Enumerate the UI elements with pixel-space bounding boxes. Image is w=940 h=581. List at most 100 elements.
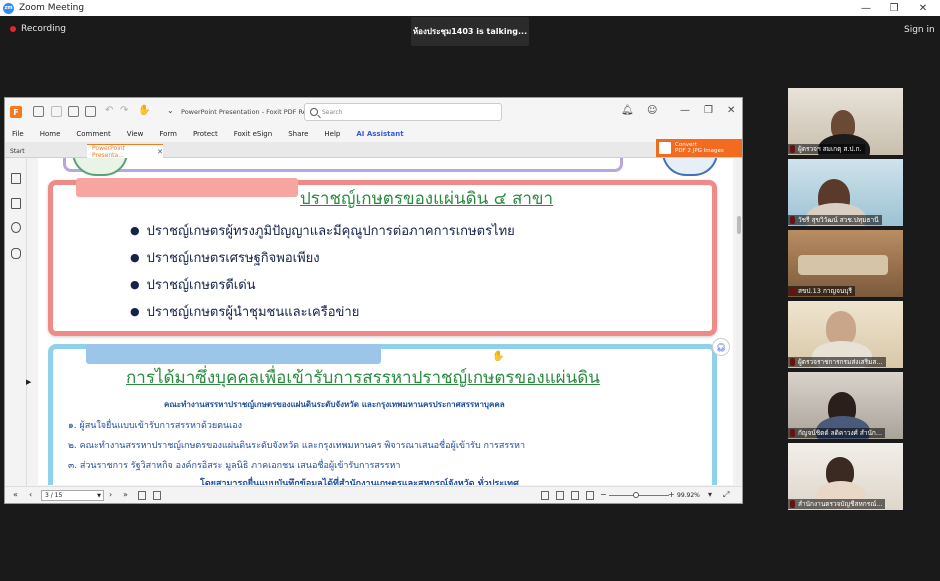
talking-indicator: ห้องประชุม1403 is talking... [411, 17, 529, 46]
vertical-scrollbar[interactable] [736, 158, 742, 485]
continuous-view-icon[interactable] [138, 491, 146, 500]
menu-form[interactable]: Form [159, 130, 177, 138]
tab-close-icon[interactable]: ✕ [157, 148, 163, 156]
zoom-slider-knob[interactable] [633, 492, 639, 498]
shared-screen-foxit-window: F ↶ ↷ ✋ ⌄ PowerPoint Presentation - Foxi… [4, 97, 743, 504]
zoom-value[interactable]: 99.92% [677, 490, 705, 501]
tab-start[interactable]: Start [5, 144, 85, 158]
close-button[interactable]: ✕ [908, 0, 938, 16]
foxit-toolbar: F ↶ ↷ ✋ ⌄ PowerPoint Presentation - Foxi… [5, 98, 742, 126]
foxit-menu-bar: File Home Comment View Form Protect Foxi… [5, 126, 742, 142]
restore-button[interactable]: ❐ [879, 0, 909, 16]
attachment-icon[interactable] [11, 248, 21, 259]
next-page-icon[interactable]: › [109, 490, 112, 499]
menu-share[interactable]: Share [288, 130, 308, 138]
page-number-value: 3 / 15 [45, 492, 63, 499]
participant-name: สขป.13 กาญจนบุรี [788, 286, 855, 296]
foxit-left-sidebar: ▶ [5, 158, 31, 486]
participant-video [798, 255, 888, 275]
signin-link[interactable]: Sign in [904, 25, 935, 35]
menu-home[interactable]: Home [40, 130, 61, 138]
grid-view-icon[interactable] [586, 491, 594, 500]
participant-tile[interactable]: สำนักงานตรวจบัญชีสหกรณ์... [788, 443, 903, 510]
menu-ai-assistant[interactable]: AI Assistant [356, 130, 403, 138]
participant-video [826, 311, 856, 345]
foxit-document-tabs: Start PowerPoint Presenta... ✕ [5, 142, 742, 159]
section2-tab-decoration [86, 344, 381, 364]
bullet-text: ปราชญ์เกษตรผู้ทรงภูมิปัญญาและมีคุณูปการต… [146, 224, 515, 239]
minimize-button[interactable]: — [851, 0, 881, 16]
section2-item: ๑. ผู้สนใจยื่นแบบเข้ารับการสรรหาด้วยตนเอ… [68, 421, 243, 431]
participant-tile[interactable]: ผู้ตรวจฯ สมเกตุ ส.ป.ก. [788, 88, 903, 155]
zoom-dropdown-icon[interactable]: ▾ [708, 490, 712, 499]
foxit-restore-icon[interactable]: ❐ [704, 106, 713, 116]
menu-protect[interactable]: Protect [193, 130, 218, 138]
undo-icon[interactable]: ↶ [105, 106, 113, 116]
recording-indicator[interactable]: Recording [10, 24, 66, 34]
zoom-in-icon[interactable]: + [668, 490, 675, 499]
participant-name: กัญจน์ชิตต์ ลดิคาวงศ์ สำนัก... [788, 428, 886, 438]
print-icon[interactable] [68, 106, 79, 117]
fullscreen-icon[interactable]: ⤢ [723, 490, 729, 500]
menu-foxit-esign[interactable]: Foxit eSign [234, 130, 272, 138]
fit-page-icon[interactable] [541, 491, 549, 500]
participant-tile[interactable]: ผู้ตรวจราชการกรมส่งเสริมส... [788, 301, 903, 368]
expand-panel-icon[interactable]: ▶ [26, 378, 31, 386]
convert-pdf-button[interactable]: Convert PDF 2 JPG Images [656, 139, 742, 157]
menu-comment[interactable]: Comment [76, 130, 110, 138]
single-page-view-icon[interactable] [153, 491, 161, 500]
last-page-icon[interactable]: » [123, 490, 128, 499]
menu-file[interactable]: File [12, 130, 24, 138]
page-number-field[interactable]: 3 / 15 ▼ [41, 490, 104, 501]
section1-tab-decoration [76, 178, 298, 197]
participant-name: ผู้ตรวจฯ สมเกตุ ส.ป.ก. [788, 144, 865, 154]
foxit-search-input[interactable]: Search [304, 103, 502, 121]
section1-bullet: ● ปราชญ์เกษตรผู้นำชุมชนและเครือข่าย [130, 301, 359, 322]
tab-powerpoint-presentation[interactable]: PowerPoint Presenta... ✕ [87, 144, 163, 159]
search-placeholder: Search [322, 108, 343, 116]
window-title: Zoom Meeting [19, 3, 85, 13]
bookmark-icon[interactable] [11, 173, 21, 184]
open-folder-icon[interactable] [33, 106, 44, 117]
zoom-logo-icon: zm [3, 2, 14, 14]
fit-width-icon[interactable] [556, 491, 564, 500]
bell-icon[interactable]: 🔔︎ [621, 106, 634, 116]
convert-line2: PDF 2 JPG Images [675, 148, 724, 154]
zoom-slider[interactable] [609, 495, 669, 496]
scrollbar-thumb[interactable] [737, 216, 741, 234]
search-icon [310, 108, 318, 116]
zoom-out-icon[interactable]: − [600, 490, 607, 499]
previous-page-icon[interactable]: ‹ [29, 490, 32, 499]
section2-cutoff-line: โดยสามารถยื่นแบบบันทึกข้อมูลได้ที่สำนักง… [200, 479, 519, 485]
menu-view[interactable]: View [127, 130, 144, 138]
section1-bullet: ● ปราชญ์เกษตรดีเด่น [130, 274, 256, 295]
participant-tile[interactable]: วัชรี สุขวิวัฒน์ สวช.ปทุมธานี [788, 159, 903, 226]
section2-item: ๓. ส่วนราชการ รัฐวิสาหกิจ องค์กรอิสระ มู… [68, 461, 401, 471]
two-page-icon[interactable] [571, 491, 579, 500]
save-icon[interactable] [51, 106, 62, 117]
hand-tool-icon[interactable]: ✋ [138, 106, 150, 116]
chevron-down-icon[interactable]: ⌄ [167, 106, 174, 116]
document-icon[interactable] [85, 106, 96, 117]
right-seal-icon [662, 158, 718, 176]
page-dropdown-icon[interactable]: ▼ [97, 491, 101, 501]
pages-icon[interactable] [11, 198, 21, 209]
bullet-text: ปราชญ์เกษตรผู้นำชุมชนและเครือข่าย [146, 305, 360, 320]
foxit-minimize-icon[interactable]: — [680, 106, 690, 116]
read-aloud-icon[interactable]: 🎧︎ [712, 338, 730, 356]
participant-tile[interactable]: สขป.13 กาญจนบุรี [788, 230, 903, 297]
zoom-title-bar: zm Zoom Meeting — ❐ ✕ [0, 0, 940, 16]
first-page-icon[interactable]: « [13, 490, 18, 499]
menu-help[interactable]: Help [324, 130, 340, 138]
section2-item: ๒. คณะทำงานสรรหาปราชญ์เกษตรของแผ่นดินระด… [68, 441, 526, 451]
comments-icon[interactable] [11, 222, 21, 233]
participant-name: สำนักงานตรวจบัญชีสหกรณ์... [788, 499, 886, 509]
left-seal-icon [72, 158, 128, 176]
account-icon[interactable]: ☺ [647, 106, 657, 116]
recording-label: Recording [21, 24, 67, 34]
redo-icon[interactable]: ↷ [120, 106, 128, 116]
foxit-close-icon[interactable]: ✕ [727, 106, 735, 116]
participant-tile[interactable]: กัญจน์ชิตต์ ลดิคาวงศ์ สำนัก... [788, 372, 903, 439]
tab-start-label: Start [10, 147, 25, 155]
section2-subheading: คณะทำงานสรรหาปราชญ์เกษตรของแผ่นดินระดับจ… [164, 400, 505, 409]
